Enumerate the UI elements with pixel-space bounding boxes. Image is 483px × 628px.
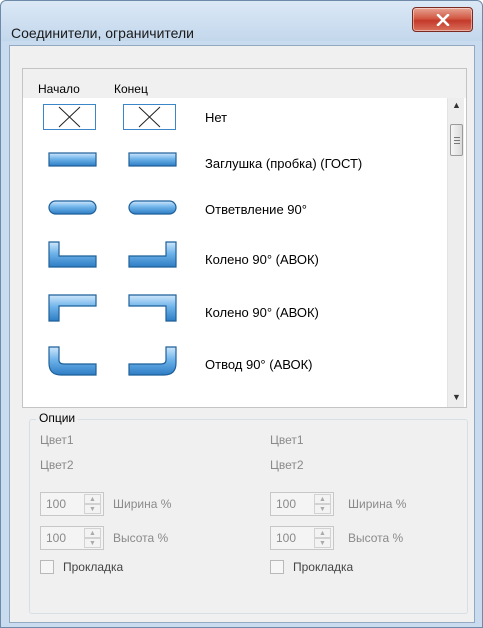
start-branch-90-icon [48,200,97,215]
scroll-thumb[interactable] [450,124,463,156]
header-end: Конец [114,82,148,96]
end-bend-90-icon [128,346,177,376]
dialog-client-area: Начало Конец Нет Заглушка (пробка) (ГОСТ… [9,45,475,623]
end-plug-cap-icon [128,152,177,167]
end-height-value[interactable]: 100 [276,531,296,545]
start-height-value[interactable]: 100 [46,531,66,545]
options-group: Опции Цвет1 Цвет2 100 ▲ ▼ Ширина % 100 ▲… [29,411,468,614]
scroll-down-arrow-icon[interactable]: ▼ [452,392,461,402]
end-none-x-icon [123,104,176,130]
close-button[interactable] [412,7,473,32]
end-gasket-checkbox[interactable] [270,560,284,574]
end-width-spinner[interactable]: 100 ▲ ▼ [270,492,334,516]
list-body: Нет Заглушка (пробка) (ГОСТ) Ответвление… [23,98,466,407]
end-elbow-90-icon [128,241,177,268]
close-icon [436,14,450,26]
item-label: Нет [205,110,228,125]
end-branch-90-icon [128,200,177,215]
spin-up-icon[interactable]: ▲ [84,528,101,538]
spin-down-icon[interactable]: ▼ [84,504,101,514]
end-color2-label[interactable]: Цвет2 [270,458,304,472]
item-label: Отвод 90° (АВОК) [205,357,313,372]
item-label: Колено 90° (АВОК) [205,305,319,320]
start-color1-label[interactable]: Цвет1 [40,433,74,447]
list-scrollbar[interactable]: ▲ ▼ [447,98,464,407]
start-bend-90-icon [48,346,97,376]
item-label: Заглушка (пробка) (ГОСТ) [205,156,363,171]
spin-up-icon[interactable]: ▲ [314,494,331,504]
end-width-value[interactable]: 100 [276,497,296,511]
start-color2-label[interactable]: Цвет2 [40,458,74,472]
list-item-branch-90[interactable]: Ответвление 90° [23,189,447,237]
list-item-plug-cap[interactable]: Заглушка (пробка) (ГОСТ) [23,143,447,191]
window-title: Соединители, ограничители [11,25,194,41]
item-label: Колено 90° (АВОК) [205,252,319,267]
start-gasket-checkbox[interactable] [40,560,54,574]
list-header: Начало Конец [23,69,466,98]
dialog-window: Соединители, ограничители Начало Конец Н… [0,0,483,628]
start-height-spinner[interactable]: 100 ▲ ▼ [40,526,104,550]
title-bar[interactable]: Соединители, ограничители [1,1,482,41]
start-width-value[interactable]: 100 [46,497,66,511]
options-legend: Опции [36,411,79,425]
start-gasket-label[interactable]: Прокладка [63,560,123,574]
header-start: Начало [38,82,80,96]
spin-up-icon[interactable]: ▲ [314,528,331,538]
end-height-label: Высота % [348,531,404,545]
start-none-x-icon [43,104,96,130]
end-width-label: Ширина % [348,497,407,511]
end-gasket-label[interactable]: Прокладка [293,560,353,574]
spin-down-icon[interactable]: ▼ [314,504,331,514]
connector-list[interactable]: Начало Конец Нет Заглушка (пробка) (ГОСТ… [22,68,467,408]
spin-up-icon[interactable]: ▲ [84,494,101,504]
start-width-spinner[interactable]: 100 ▲ ▼ [40,492,104,516]
scroll-up-arrow-icon[interactable]: ▲ [452,100,461,110]
end-elbow-90-alt-icon [128,294,177,322]
list-item-bend-90[interactable]: Отвод 90° (АВОК) [23,344,447,392]
start-elbow-90-icon [48,241,97,268]
start-plug-cap-icon [48,152,97,167]
start-elbow-90-alt-icon [48,294,97,322]
start-height-label: Высота % [113,531,169,545]
list-item-elbow-90[interactable]: Колено 90° (АВОК) [23,238,447,286]
end-color1-label[interactable]: Цвет1 [270,433,304,447]
spin-down-icon[interactable]: ▼ [84,538,101,548]
list-item-elbow-90-alt[interactable]: Колено 90° (АВОК) [23,293,447,341]
list-item-none[interactable]: Нет [23,98,447,146]
item-label: Ответвление 90° [205,202,307,217]
spin-down-icon[interactable]: ▼ [314,538,331,548]
end-height-spinner[interactable]: 100 ▲ ▼ [270,526,334,550]
start-width-label: Ширина % [113,497,172,511]
